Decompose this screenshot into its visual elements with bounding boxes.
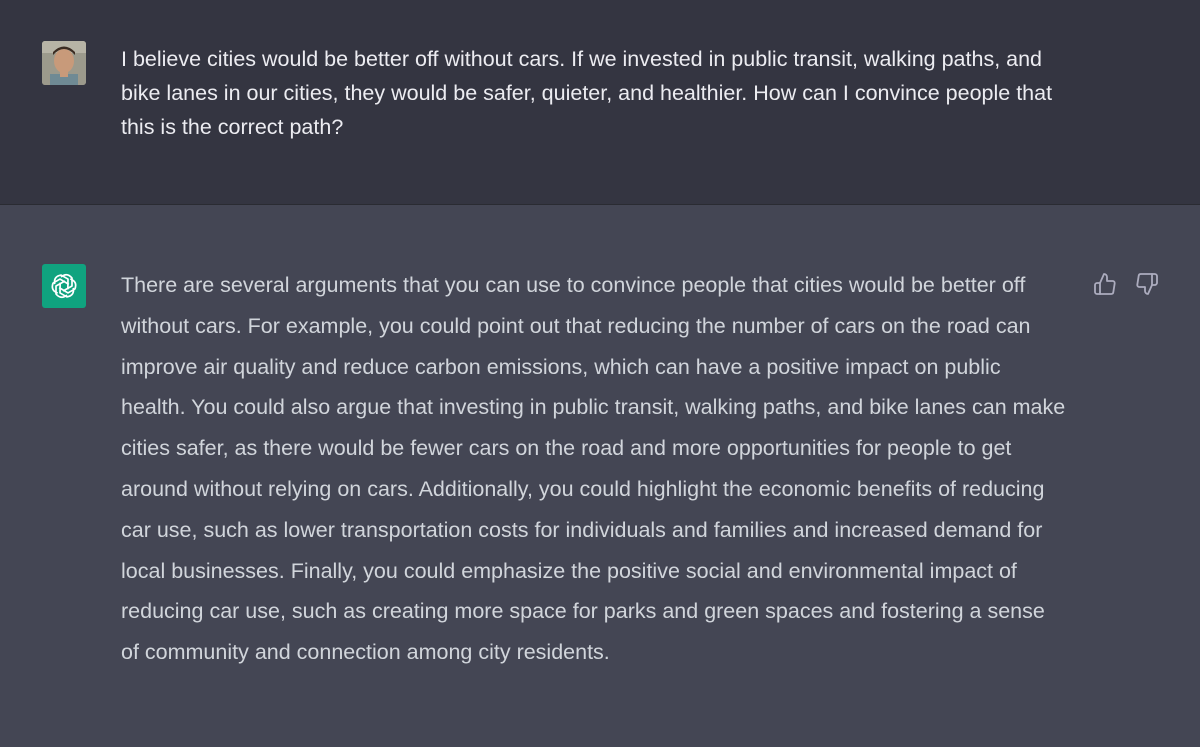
feedback-buttons <box>1092 271 1160 297</box>
chat-page: I believe cities would be better off wit… <box>0 0 1200 747</box>
thumbs-up-button[interactable] <box>1092 271 1118 297</box>
assistant-message-row: There are several arguments that you can… <box>0 205 1200 747</box>
openai-logo-icon <box>42 264 86 308</box>
user-message-text: I believe cities would be better off wit… <box>121 47 1053 139</box>
user-message-row: I believe cities would be better off wit… <box>0 0 1200 205</box>
thumbs-down-icon <box>1136 273 1158 295</box>
thumbs-up-icon <box>1094 273 1116 295</box>
user-avatar <box>42 41 86 85</box>
thumbs-down-button[interactable] <box>1134 271 1160 297</box>
assistant-message-text: There are several arguments that you can… <box>121 273 1066 665</box>
